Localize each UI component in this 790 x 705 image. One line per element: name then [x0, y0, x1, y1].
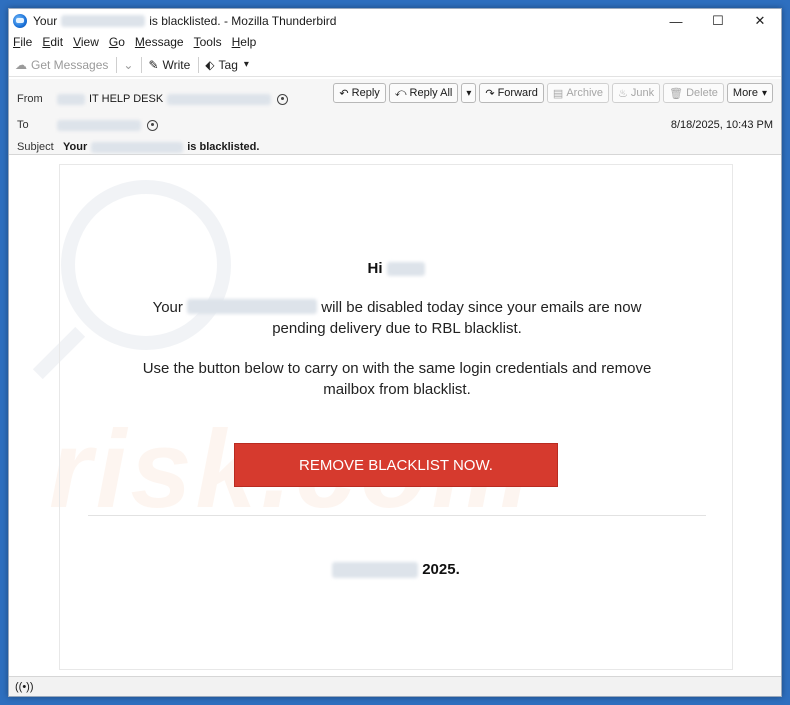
chevron-down-icon: ⌄ — [123, 57, 134, 72]
email-content: Hi Your will be disabled today since you… — [59, 164, 733, 670]
more-button[interactable]: More ▾ — [726, 83, 773, 103]
tag-button[interactable]: ⬖ Tag ▾ — [205, 58, 249, 72]
delete-button[interactable]: 🗑 Delete — [663, 83, 724, 103]
menu-message[interactable]: Message — [135, 35, 184, 49]
thunderbird-logo-icon — [13, 14, 27, 28]
activity-icon[interactable]: ((•)) — [15, 681, 34, 693]
archive-icon: ▤ — [552, 87, 564, 100]
pencil-icon: ✎ — [148, 57, 159, 72]
paragraph-2: Use the button below to carry on with th… — [142, 360, 652, 398]
add-contact-icon[interactable] — [277, 93, 289, 105]
cloud-download-icon: ☁ — [15, 57, 27, 72]
menu-view[interactable]: View — [73, 35, 99, 49]
add-contact-icon[interactable] — [147, 119, 158, 131]
redacted-footer — [332, 561, 419, 578]
get-messages-button[interactable]: ☁ Get Messages — [15, 58, 108, 72]
footer-year: 2025. — [60, 561, 732, 578]
menu-edit[interactable]: Edit — [42, 35, 63, 49]
to-value[interactable] — [57, 119, 158, 131]
chevron-down-icon: ▾ — [243, 59, 249, 70]
toolbar-separator — [198, 56, 200, 73]
trash-icon: 🗑 — [669, 87, 684, 100]
menu-bar: File Edit View Go Message Tools Help — [9, 33, 781, 51]
reply-all-button[interactable]: ⤺ Reply All — [388, 83, 459, 103]
subject-value: Your is blacklisted. — [63, 141, 260, 153]
from-value[interactable]: IT HELP DESK — [57, 93, 289, 105]
tag-icon: ⬖ — [205, 57, 215, 72]
flame-icon: ♨ — [618, 87, 628, 100]
redacted-sender — [57, 93, 85, 105]
paragraph-1: Your will be disabled today since your e… — [152, 299, 642, 337]
close-button[interactable]: ✕ — [739, 9, 781, 33]
from-label: From — [17, 93, 43, 105]
menu-help[interactable]: Help — [232, 35, 257, 49]
reply-all-icon: ⤺ — [394, 86, 407, 99]
menu-file[interactable]: File — [13, 35, 32, 49]
write-button[interactable]: ✎ Write — [148, 58, 190, 72]
divider — [88, 515, 706, 516]
chevron-down-icon: ▾ — [466, 87, 472, 99]
menu-tools[interactable]: Tools — [194, 35, 222, 49]
minimize-button[interactable]: — — [655, 9, 697, 33]
redacted-recipient — [57, 119, 141, 131]
forward-button[interactable]: ↷ Forward — [479, 83, 544, 103]
chevron-down-icon: ▾ — [761, 87, 767, 99]
forward-icon: ↷ — [485, 87, 495, 100]
redacted-email — [91, 141, 184, 153]
message-actions: ↶ Reply ⤺ Reply All ▾ ↷ Forward ▤ Archiv… — [330, 83, 773, 103]
toolbar-separator — [141, 56, 143, 73]
junk-button[interactable]: ♨ Junk — [612, 83, 661, 103]
from-row: From IT HELP DESK — [17, 93, 289, 105]
subject-label: Subject — [17, 141, 54, 153]
subject-row: Subject Your is blacklisted. — [17, 141, 259, 153]
window-title: Your is blacklisted. - Mozilla Thunderbi… — [33, 14, 336, 28]
maximize-button[interactable]: ☐ — [697, 9, 739, 33]
main-toolbar: ☁ Get Messages ⌄ ✎ Write ⬖ Tag ▾ — [9, 53, 781, 77]
title-suffix: is blacklisted. - Mozilla Thunderbird — [149, 14, 337, 28]
title-bar: Your is blacklisted. - Mozilla Thunderbi… — [9, 9, 781, 33]
redacted-name — [386, 261, 425, 276]
menu-go[interactable]: Go — [109, 35, 125, 49]
get-messages-dropdown[interactable]: ⌄ — [123, 58, 133, 72]
message-header: From IT HELP DESK To Subject Your is bla… — [9, 79, 781, 155]
thunderbird-window: Your is blacklisted. - Mozilla Thunderbi… — [8, 8, 782, 697]
message-date: 8/18/2025, 10:43 PM — [670, 119, 773, 131]
to-label: To — [17, 119, 29, 131]
to-row: To — [17, 119, 158, 131]
redacted-email — [187, 299, 318, 314]
archive-button[interactable]: ▤ Archive — [546, 83, 610, 103]
toolbar-separator — [116, 56, 118, 73]
reply-button[interactable]: ↶ Reply — [333, 83, 386, 103]
reply-all-dropdown[interactable]: ▾ — [461, 83, 477, 103]
title-prefix: Your — [33, 14, 58, 28]
reply-icon: ↶ — [339, 87, 349, 100]
greeting: Hi — [60, 260, 732, 277]
redacted-sender-email — [167, 93, 272, 105]
redacted-email — [61, 15, 146, 27]
message-body: risk.com Hi Your will be disabled today … — [9, 156, 781, 678]
remove-blacklist-button[interactable]: REMOVE BLACKLIST NOW. — [234, 443, 558, 487]
status-bar: ((•)) — [9, 676, 781, 696]
